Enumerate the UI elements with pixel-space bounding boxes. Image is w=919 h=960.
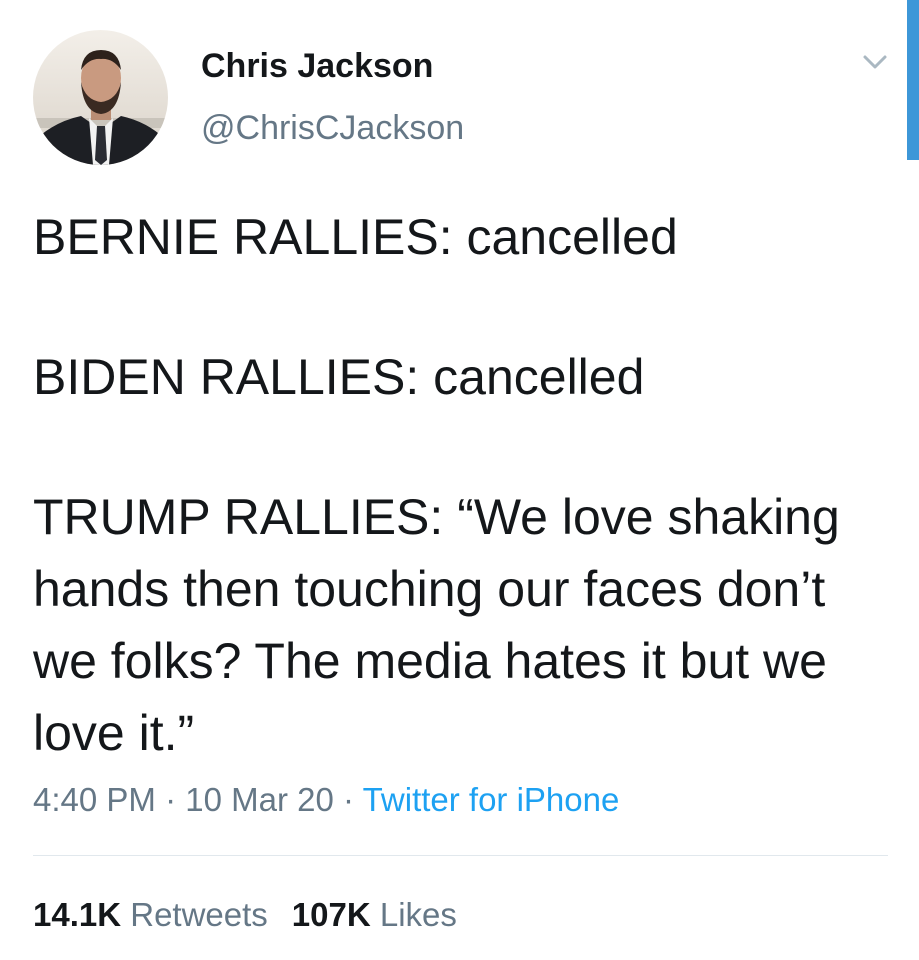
author-handle[interactable]: @ChrisCJackson: [201, 106, 464, 150]
likes-stat[interactable]: 107K Likes: [292, 896, 457, 933]
retweets-label: Retweets: [130, 896, 268, 933]
divider: [33, 855, 888, 856]
tweet-source-link[interactable]: Twitter for iPhone: [363, 781, 620, 818]
tweet-paragraph: BIDEN RALLIES: cancelled: [33, 349, 645, 405]
tweet-text: BERNIE RALLIES: cancelled BIDEN RALLIES:…: [33, 201, 883, 769]
tweet-metadata: 4:40 PM · 10 Mar 20 · Twitter for iPhone: [33, 778, 619, 822]
retweets-stat[interactable]: 14.1K Retweets: [33, 896, 268, 933]
meta-separator: ·: [333, 781, 363, 818]
tweet-paragraph: BERNIE RALLIES: cancelled: [33, 209, 678, 265]
avatar[interactable]: [33, 30, 168, 165]
avatar-photo: [33, 30, 168, 165]
retweets-count: 14.1K: [33, 896, 122, 933]
likes-count: 107K: [291, 896, 371, 933]
scrollbar-thumb[interactable]: [907, 0, 919, 160]
chevron-down-icon[interactable]: [860, 50, 890, 74]
likes-label: Likes: [379, 896, 457, 933]
meta-separator: ·: [155, 781, 186, 818]
tweet-stats: 14.1K Retweets 107K Likes: [33, 893, 457, 937]
author-name[interactable]: Chris Jackson: [201, 44, 433, 88]
tweet-time[interactable]: 4:40 PM: [33, 781, 156, 818]
tweet-paragraph: TRUMP RALLIES: “We love shaking hands th…: [33, 489, 840, 761]
tweet-date[interactable]: 10 Mar 20: [185, 781, 334, 818]
